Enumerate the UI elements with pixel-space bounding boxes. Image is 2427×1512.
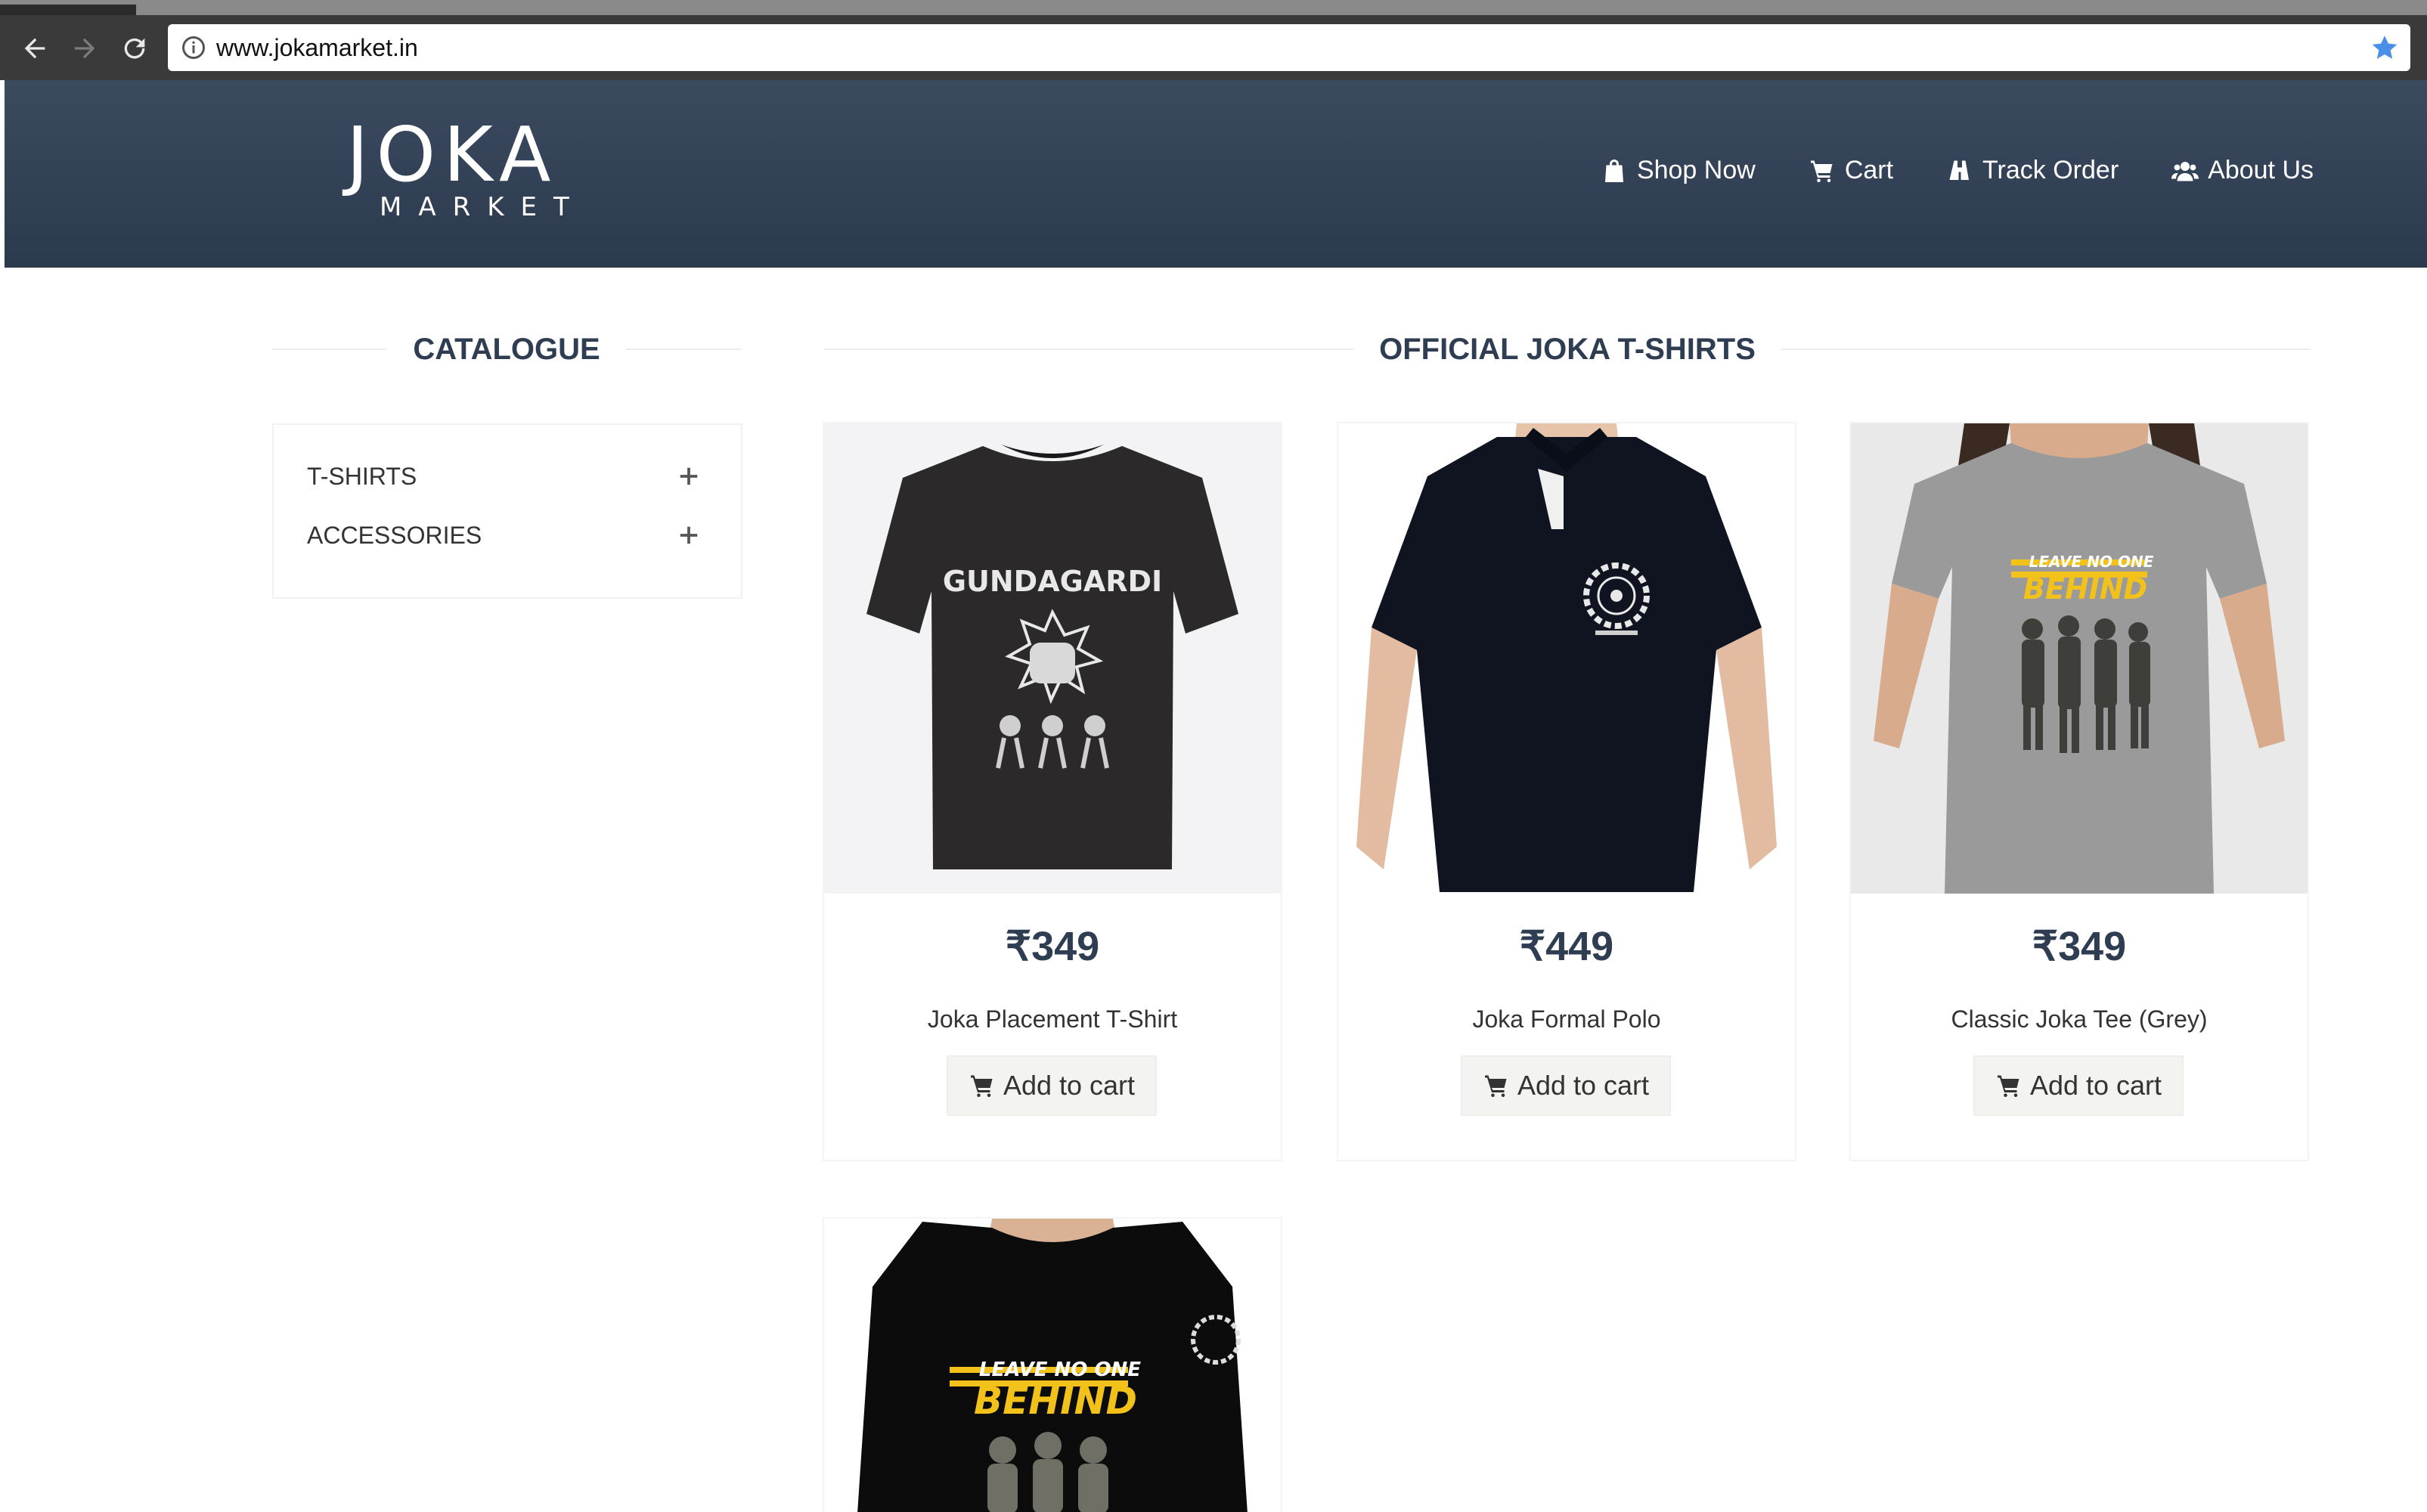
binoculars-icon: [1949, 160, 1970, 180]
divider: [272, 349, 388, 350]
product-card[interactable]: ₹449 Joka Formal Polo Add to cart: [1337, 422, 1796, 1161]
products-heading: OFFICIAL JOKA T-SHIRTS: [824, 327, 2311, 372]
cart-icon: [970, 1075, 993, 1097]
nav-cart-label: Cart: [1844, 156, 1894, 184]
catalogue-item-label: ACCESSORIES: [307, 521, 482, 549]
address-bar[interactable]: www.jokamarket.in: [168, 24, 2410, 71]
add-to-cart-button[interactable]: Add to cart: [1461, 1055, 1671, 1116]
arrow-left-icon: [24, 38, 45, 59]
nav-track-order-label: Track Order: [1982, 156, 2119, 184]
plus-icon[interactable]: [677, 465, 700, 488]
add-to-cart-label: Add to cart: [2029, 1070, 2162, 1101]
forward-button[interactable]: [67, 30, 103, 67]
browser-tab-strip: [0, 0, 2427, 15]
tshirt-print-text: GUNDAGARDI: [943, 565, 1162, 598]
products-title: OFFICIAL JOKA T-SHIRTS: [1379, 332, 1756, 366]
tshirt-print-main: BEHIND: [974, 1379, 1137, 1423]
add-to-cart-label: Add to cart: [1517, 1070, 1650, 1101]
product-card[interactable]: LEAVE NO ONE BEHIND ₹349 Classic Joka Te…: [1849, 422, 2309, 1161]
product-price: ₹349: [2032, 924, 2127, 969]
product-image[interactable]: GUNDAGARDI: [824, 423, 1281, 894]
logo-sub-text: MARKET: [380, 192, 586, 222]
product-card[interactable]: LEAVE NO ONE BEHIND: [823, 1217, 1282, 1512]
cart-icon: [1997, 1075, 2019, 1097]
divider: [824, 349, 1354, 350]
tshirt-print-top: LEAVE NO ONE: [979, 1359, 1141, 1381]
plus-icon[interactable]: [677, 524, 700, 547]
cart-icon: [1484, 1075, 1507, 1097]
site-header: JOKA MARKET Shop Now Cart Track Order Ab…: [5, 80, 2427, 268]
catalogue-title: CATALOGUE: [413, 332, 600, 366]
tshirt-print-main: BEHIND: [2023, 572, 2147, 606]
catalogue-item-accessories[interactable]: ACCESSORIES: [307, 514, 700, 556]
product-name[interactable]: Classic Joka Tee (Grey): [1851, 1005, 2308, 1033]
info-icon[interactable]: [180, 34, 207, 61]
product-image[interactable]: LEAVE NO ONE BEHIND: [824, 1219, 1281, 1512]
browser-active-tab[interactable]: [0, 5, 136, 15]
product-name[interactable]: Joka Formal Polo: [1338, 1005, 1795, 1033]
arrow-right-icon: [74, 38, 95, 59]
back-button[interactable]: [17, 30, 53, 67]
catalogue-item-label: T-SHIRTS: [307, 462, 417, 490]
tshirt-print-top: LEAVE NO ONE: [2029, 553, 2154, 571]
logo-main-text: JOKA: [346, 110, 559, 199]
add-to-cart-button[interactable]: Add to cart: [1973, 1055, 2184, 1116]
nav-about-us-label: About Us: [2208, 156, 2314, 184]
add-to-cart-label: Add to cart: [1003, 1070, 1136, 1101]
divider: [1781, 349, 2311, 350]
reload-button[interactable]: [116, 30, 153, 67]
users-icon: [2171, 161, 2199, 181]
cart-icon: [1810, 160, 1833, 182]
reload-icon: [124, 38, 145, 59]
nav-track-order[interactable]: Track Order: [1946, 156, 2119, 185]
catalogue-heading: CATALOGUE: [272, 327, 742, 372]
product-name[interactable]: Joka Placement T-Shirt: [824, 1005, 1281, 1033]
product-image[interactable]: [1338, 423, 1795, 894]
catalogue-item-t-shirts[interactable]: T-SHIRTS: [307, 455, 700, 497]
catalogue-panel: [272, 423, 742, 599]
shopping-bag-icon: [1604, 159, 1623, 182]
browser-toolbar: www.jokamarket.in: [0, 15, 2427, 80]
joka-market-logo[interactable]: JOKA MARKET: [346, 113, 570, 227]
main-nav: Shop Now Cart Track Order About Us: [1548, 156, 2314, 185]
product-image[interactable]: LEAVE NO ONE BEHIND: [1851, 423, 2308, 894]
nav-about-us[interactable]: About Us: [2171, 156, 2314, 185]
nav-shop-now-label: Shop Now: [1636, 156, 1756, 184]
nav-cart[interactable]: Cart: [1809, 156, 1893, 185]
bookmark-star-icon[interactable]: [2370, 33, 2400, 63]
nav-shop-now[interactable]: Shop Now: [1601, 156, 1756, 185]
product-price: ₹449: [1519, 924, 1614, 969]
product-card[interactable]: GUNDAGARDI ₹349 Joka Placement T-Shirt A…: [823, 422, 1282, 1161]
divider: [625, 349, 742, 350]
product-price: ₹349: [1005, 924, 1100, 969]
add-to-cart-button[interactable]: Add to cart: [947, 1055, 1157, 1116]
url-text[interactable]: www.jokamarket.in: [216, 24, 418, 71]
